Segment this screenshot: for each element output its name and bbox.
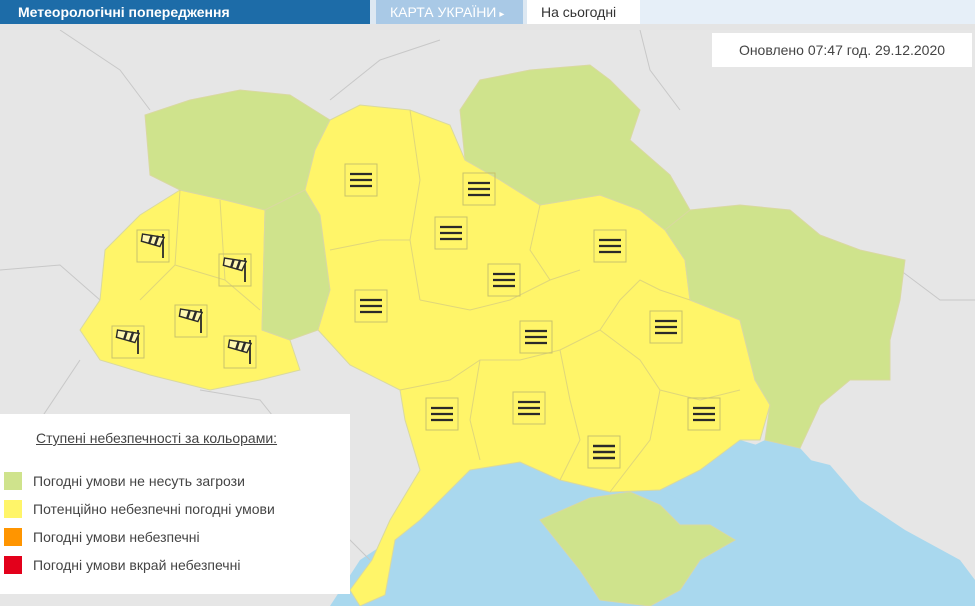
tab-today[interactable]: На сьогодні <box>527 0 640 24</box>
page-title: Метеорологічні попередження <box>0 0 370 24</box>
legend: Ступені небезпечності за кольорами: Пого… <box>0 414 350 594</box>
legend-item-dangerous: Погодні умови небезпечні <box>4 528 344 548</box>
legend-label: Погодні умови небезпечні <box>33 529 200 545</box>
legend-item-potential: Потенційно небезпечні погодні умови <box>4 500 344 520</box>
tab-bar-filler <box>640 0 975 24</box>
legend-swatch <box>4 500 22 518</box>
updated-timestamp: Оновлено 07:47 год. 29.12.2020 <box>712 33 972 67</box>
legend-swatch <box>4 472 22 490</box>
legend-label: Погодні умови не несуть загрози <box>33 473 245 489</box>
arrow-right-icon: ▸ <box>499 9 505 20</box>
legend-item-very-dangerous: Погодні умови вкрай небезпечні <box>4 556 344 576</box>
legend-label: Потенційно небезпечні погодні умови <box>33 501 275 517</box>
legend-item-no-threat: Погодні умови не несуть загрози <box>4 472 344 492</box>
legend-title: Ступені небезпечності за кольорами: <box>36 430 278 446</box>
legend-label: Погодні умови вкрай небезпечні <box>33 557 241 573</box>
tab-map-of-ukraine[interactable]: КАРТА УКРАЇНИ ▸ <box>376 0 523 24</box>
top-navigation-bar: Метеорологічні попередження КАРТА УКРАЇН… <box>0 0 975 24</box>
legend-swatch <box>4 556 22 574</box>
legend-swatch <box>4 528 22 546</box>
tab-map-label: КАРТА УКРАЇНИ <box>390 4 497 20</box>
